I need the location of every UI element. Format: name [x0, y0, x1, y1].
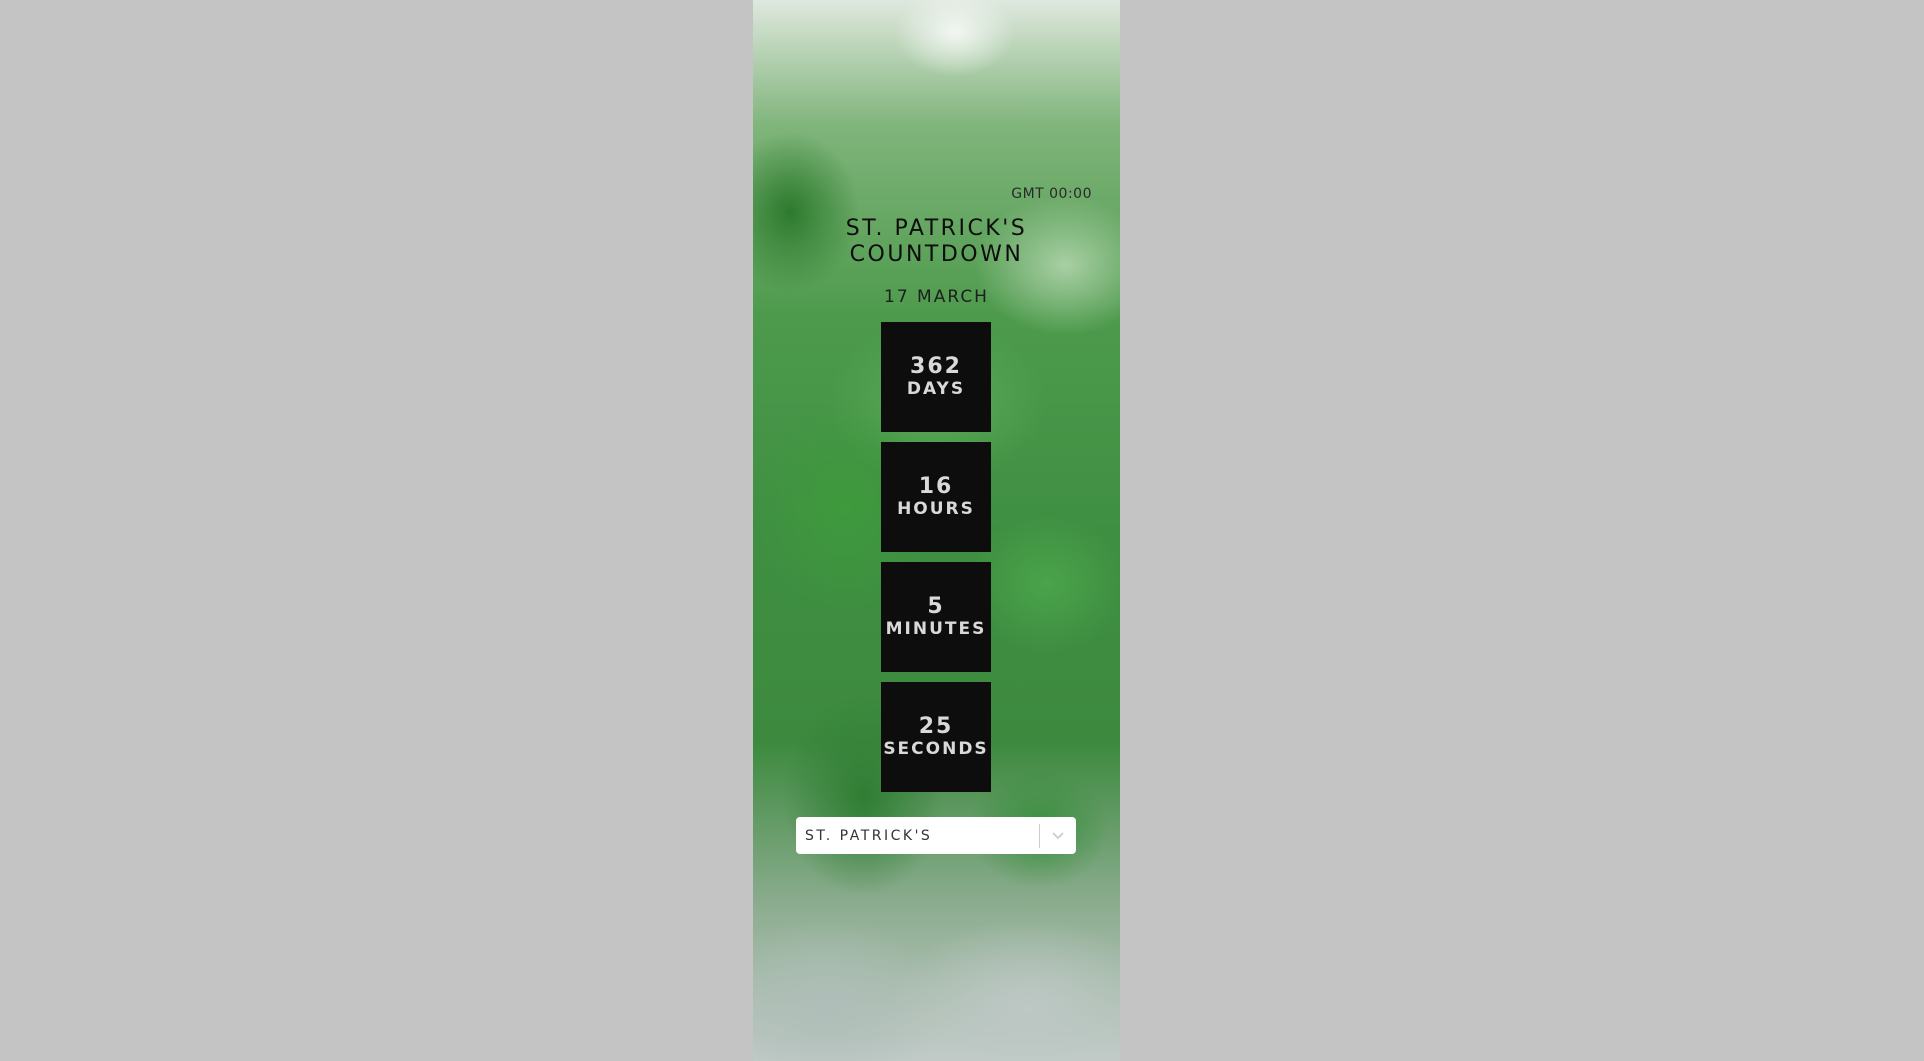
minutes-label: MINUTES — [885, 619, 987, 639]
countdown-panel: GMT 00:00 ST. PATRICK'S COUNTDOWN 17 MAR… — [753, 0, 1120, 1061]
days-value: 362 — [910, 354, 962, 379]
hours-label: HOURS — [897, 499, 975, 519]
holiday-select[interactable]: ST. PATRICK'S — [796, 817, 1076, 854]
days-label: DAYS — [906, 379, 966, 399]
title-line-1: ST. PATRICK'S — [845, 216, 1028, 241]
title-line-2: COUNTDOWN — [849, 242, 1024, 267]
timezone-label: GMT 00:00 — [1011, 186, 1092, 202]
hours-value: 16 — [918, 474, 954, 499]
minutes-tile: 5 MINUTES — [881, 562, 991, 672]
chevron-down-icon[interactable] — [1040, 817, 1076, 854]
seconds-value: 25 — [918, 714, 954, 739]
holiday-select-value: ST. PATRICK'S — [805, 827, 933, 844]
seconds-tile: 25 SECONDS — [881, 682, 991, 792]
minutes-value: 5 — [927, 594, 945, 619]
page-title: ST. PATRICK'S COUNTDOWN — [753, 216, 1120, 268]
seconds-label: SECONDS — [883, 739, 989, 759]
days-tile: 362 DAYS — [881, 322, 991, 432]
hours-tile: 16 HOURS — [881, 442, 991, 552]
event-date: 17 MARCH — [884, 287, 989, 307]
countdown-tiles: 362 DAYS 16 HOURS 5 MINUTES 25 SECONDS — [881, 322, 991, 802]
